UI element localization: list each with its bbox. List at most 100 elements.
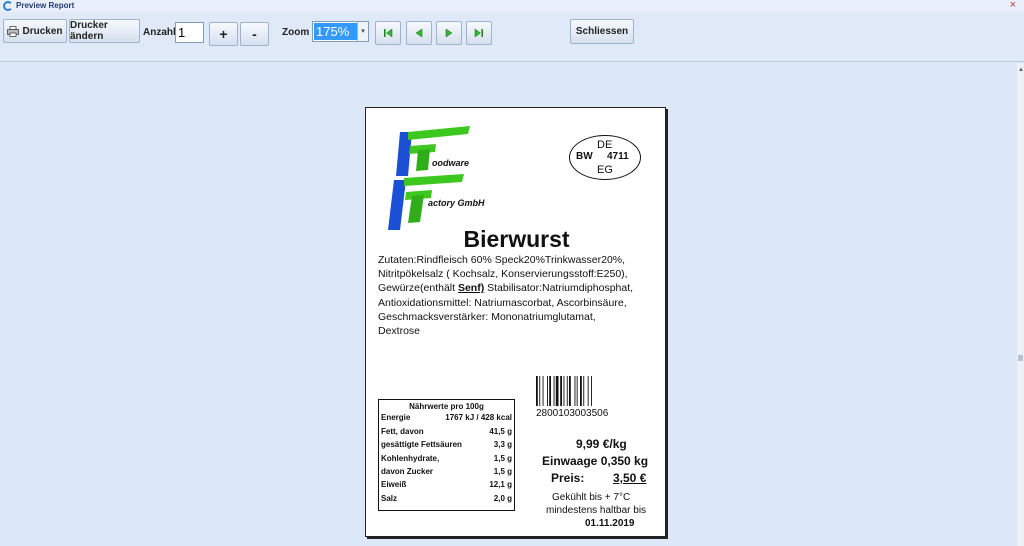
last-page-button[interactable] [466, 21, 492, 45]
close-button[interactable]: Schliessen [570, 19, 634, 44]
barcode-bar [549, 376, 551, 406]
logo-text-line1: oodware [432, 158, 470, 168]
barcode-bar [563, 376, 565, 406]
count-input[interactable]: 1 [175, 22, 204, 43]
barcode-bar [591, 376, 592, 406]
stamp-country: DE [597, 139, 613, 151]
nutrient-name: Eiweiß [381, 480, 407, 489]
best-before-date: 01.11.2019 [585, 518, 635, 529]
nutrient-name: Kohlenhydrate, [381, 454, 440, 463]
barcode-bar [555, 376, 559, 406]
window-title: Preview Report [16, 1, 75, 10]
close-button-label: Schliessen [575, 26, 629, 37]
nutrition-table: Nährwerte pro 100g Energie 1767 kJ / 428 … [378, 399, 515, 511]
storage-note: Gekühlt bis + 7°C [552, 492, 631, 503]
product-title: Bierwurst [463, 226, 570, 252]
scrollbar-grip[interactable] [1018, 355, 1023, 361]
stamp-number: 4711 [607, 151, 629, 162]
barcode-bar [580, 376, 582, 406]
report-page: oodware actory GmbH DE BW 4711 EG Bierwu… [365, 107, 666, 537]
ingredients-line: Gewürze(enthält Senf) Stabilisator:Natri… [378, 281, 662, 295]
nutrient-value: 1767 kJ / 428 kcal [445, 413, 512, 422]
barcode-bar [553, 376, 555, 406]
change-printer-label: Drucker ändern [70, 20, 108, 42]
nutrient-name: Salz [381, 494, 398, 503]
barcode-bar [587, 376, 589, 406]
zoom-value: 175% [314, 23, 357, 40]
next-page-button[interactable] [436, 21, 462, 45]
barcode-bar [542, 376, 544, 406]
nutrition-row: Eiweiß 12,1 g [381, 480, 512, 489]
nutrient-value: 1,5 g [493, 467, 512, 476]
nutrition-header: Nährwerte pro 100g [409, 402, 484, 411]
nutrient-name: Energie [381, 413, 411, 422]
price-value: 3,50 € [613, 471, 647, 485]
ingredients-line: Zutaten:Rindfleisch 60% Speck20%Trinkwas… [378, 254, 626, 266]
barcode [536, 376, 592, 406]
nutrition-row: Salz 2,0 g [381, 494, 512, 503]
ingredients-line: Antioxidationsmittel: Natriumascorbat, A… [378, 296, 627, 309]
health-mark-stamp: DE BW 4711 EG [569, 135, 641, 180]
ingredients-line: Geschmacksverstärker: Mononatriumglutama… [378, 310, 596, 323]
vertical-scrollbar[interactable]: ▲ [1017, 63, 1024, 546]
zoom-select[interactable]: 175% ▾ [312, 21, 369, 42]
last-page-icon [474, 28, 483, 38]
barcode-bar [547, 376, 548, 406]
stamp-region: BW [576, 151, 593, 162]
nutrition-row: gesättigte Fettsäuren 3,3 g [381, 440, 512, 449]
nutrition-row: Kohlenhydrate, 1,5 g [381, 454, 512, 463]
scroll-up-icon[interactable]: ▲ [1018, 67, 1024, 73]
nutrient-name: davon Zucker [381, 467, 434, 476]
toolbar: Drucken Drucker ändern Anzahl 1 + - Zoom… [0, 12, 1024, 62]
decrement-button[interactable]: - [240, 22, 269, 46]
window-close-icon[interactable]: × [1010, 0, 1016, 11]
price-per-kg: 9,99 €/kg [576, 437, 627, 451]
nutrient-value: 3,3 g [493, 440, 512, 449]
nutrient-value: 2,0 g [493, 494, 512, 503]
nutrition-row: Energie 1767 kJ / 428 kcal [381, 413, 512, 422]
app-icon [3, 1, 13, 11]
best-before-label: mindestens haltbar bis [546, 505, 647, 516]
ingredients-segment: Stabilisator:Natriumdiphosphat, [484, 282, 634, 295]
first-page-icon [384, 28, 393, 38]
nutrient-value: 12,1 g [489, 480, 512, 489]
barcode-bar [576, 376, 578, 406]
barcode-number: 2800103003506 [536, 408, 609, 419]
ingredients-line: Dextrose [378, 325, 421, 338]
nutrient-value: 41,5 g [489, 427, 512, 436]
previous-page-button[interactable] [406, 21, 432, 45]
next-page-icon [445, 28, 453, 38]
allergen-highlight: Senf) [457, 282, 485, 295]
ingredients-segment: Gewürze(enthält [378, 282, 458, 295]
nutrient-name: Fett, davon [381, 427, 424, 436]
barcode-bar [583, 376, 585, 406]
increment-button[interactable]: + [209, 22, 238, 46]
ingredients-line: Nitritpökelsalz ( Kochsalz, Konservierun… [378, 268, 628, 281]
barcode-bar [536, 376, 538, 406]
logo-graphic [388, 126, 470, 230]
printer-icon [7, 25, 20, 37]
price-label: Preis: [551, 471, 585, 485]
ingredients-text: Zutaten:Rindfleisch 60% Speck20%Trinkwas… [378, 253, 662, 338]
window-titlebar: Preview Report × [0, 0, 1024, 12]
barcode-bar [566, 376, 568, 406]
nutrient-value: 1,5 g [493, 454, 512, 463]
barcode-bar [569, 376, 571, 406]
nutrition-row: Fett, davon 41,5 g [381, 427, 512, 436]
stamp-eg: EG [597, 164, 613, 176]
company-logo: oodware actory GmbH [378, 122, 498, 232]
zoom-label: Zoom [282, 27, 310, 38]
print-button[interactable]: Drucken [3, 19, 67, 43]
first-page-button[interactable] [375, 21, 401, 45]
chevron-down-icon[interactable]: ▾ [357, 22, 368, 41]
barcode-bar [560, 376, 562, 406]
nutrition-row: davon Zucker 1,5 g [381, 467, 512, 476]
logo-text-line2: actory GmbH [428, 198, 485, 208]
count-label: Anzahl [143, 27, 176, 38]
net-weight: Einwaage 0,350 kg [542, 454, 649, 468]
print-button-label: Drucken [22, 25, 63, 37]
previous-page-icon [415, 28, 423, 38]
barcode-bar [574, 376, 576, 406]
change-printer-button[interactable]: Drucker ändern [69, 19, 140, 43]
nutrient-name: gesättigte Fettsäuren [381, 440, 462, 449]
